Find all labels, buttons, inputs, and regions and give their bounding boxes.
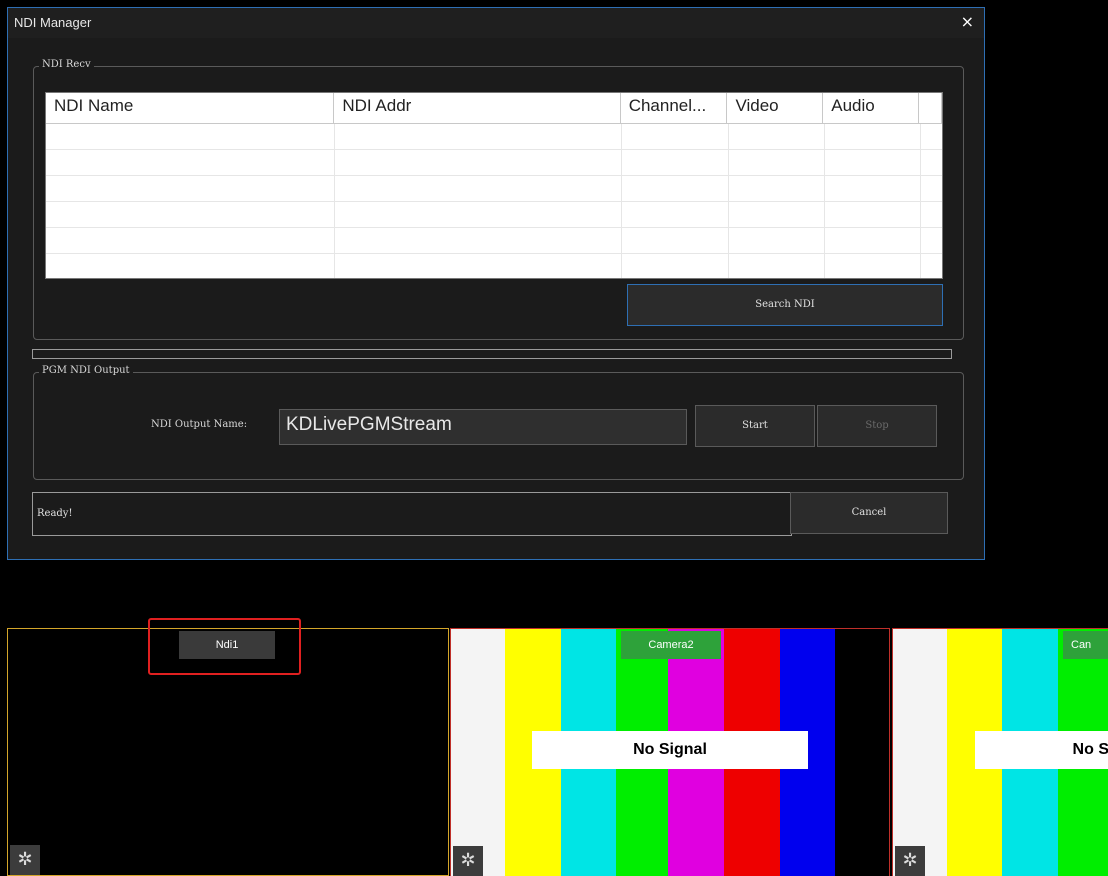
output-name-label: NDI Output Name: xyxy=(151,419,248,430)
ndi-source-table[interactable]: NDI Name NDI Addr Channel... Video Audio xyxy=(45,92,943,279)
pgm-ndi-output-label: PGM NDI Output xyxy=(39,365,133,376)
column-video[interactable]: Video xyxy=(727,93,824,123)
table-row[interactable] xyxy=(46,176,942,202)
gear-icon[interactable]: ✲ xyxy=(895,846,925,876)
close-icon[interactable]: × xyxy=(961,12,974,31)
title-bar: NDI Manager × xyxy=(8,8,984,38)
table-header: NDI Name NDI Addr Channel... Video Audio xyxy=(46,93,942,124)
preview-tile-camera3[interactable]: Can No S ✲ xyxy=(892,628,1108,876)
stop-button[interactable]: Stop xyxy=(817,405,937,447)
ndi-recv-label: NDI Recv xyxy=(39,59,94,70)
column-audio[interactable]: Audio xyxy=(823,93,920,123)
gear-icon[interactable]: ✲ xyxy=(453,846,483,876)
search-ndi-button[interactable]: Search NDI xyxy=(627,284,943,326)
table-row[interactable] xyxy=(46,150,942,176)
progress-bar xyxy=(32,349,952,359)
no-signal-banner: No Signal xyxy=(532,731,808,769)
no-signal-banner: No S xyxy=(975,731,1108,769)
start-button[interactable]: Start xyxy=(695,405,815,447)
cancel-button[interactable]: Cancel xyxy=(790,492,948,534)
table-row[interactable] xyxy=(46,124,942,150)
ndi-manager-dialog: NDI Manager × NDI Recv NDI Name NDI Addr… xyxy=(7,7,985,560)
preview-name-label: Camera2 xyxy=(621,631,721,659)
table-row[interactable] xyxy=(46,202,942,228)
column-ndi-addr[interactable]: NDI Addr xyxy=(334,93,621,123)
table-row[interactable] xyxy=(46,254,942,278)
gear-icon[interactable]: ✲ xyxy=(10,845,40,875)
ndi-recv-group: NDI Recv NDI Name NDI Addr Channel... Vi… xyxy=(33,59,964,340)
status-box: Ready! xyxy=(32,492,792,536)
annotation-highlight-box xyxy=(148,618,301,675)
column-filler xyxy=(919,93,942,123)
column-ndi-name[interactable]: NDI Name xyxy=(46,93,335,123)
table-row[interactable] xyxy=(46,228,942,254)
preview-tile-camera2[interactable]: Camera2 No Signal ✲ xyxy=(450,628,890,876)
dialog-title: NDI Manager xyxy=(14,15,92,30)
output-name-input[interactable]: KDLivePGMStream xyxy=(279,409,687,445)
preview-name-label: Can xyxy=(1063,631,1108,659)
column-channel[interactable]: Channel... xyxy=(621,93,728,123)
status-text: Ready! xyxy=(37,508,73,519)
